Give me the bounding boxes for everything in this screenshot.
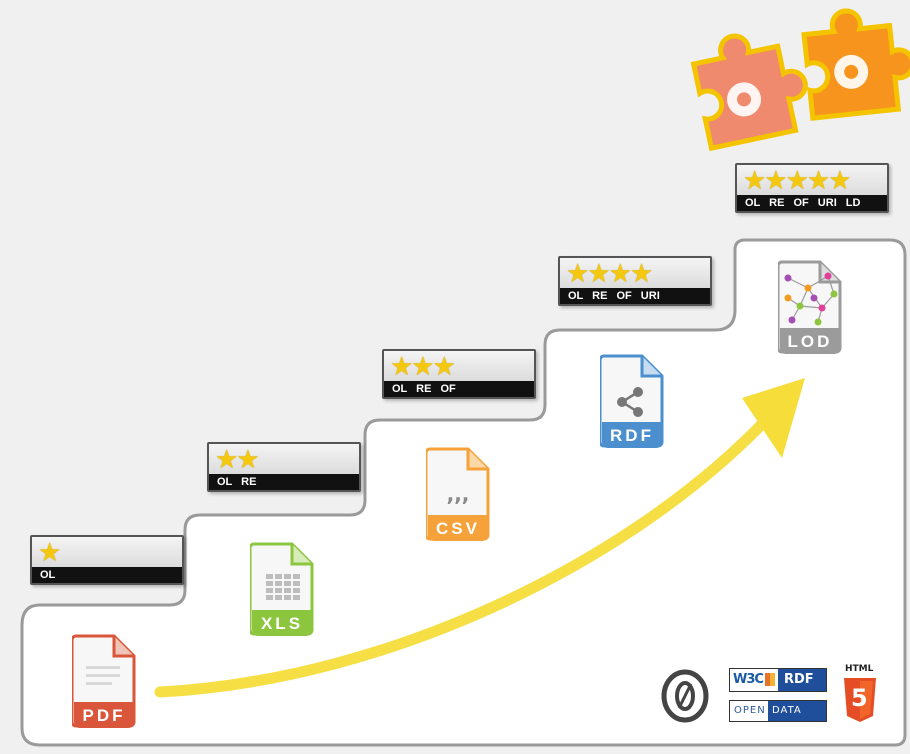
rating-labels: OL [32,567,182,583]
open-license-logo-icon [661,669,709,723]
rating-badge-3: ★★★ OL RE OF [382,349,536,399]
csv-file-icon: ,,, CSV [426,445,490,543]
csv-label: CSV [436,519,480,538]
star-icons: ★★★ [384,351,534,381]
rdf-file-icon: RDF [600,352,664,450]
rating-labels: OL RE OF [384,381,534,397]
lod-label: LOD [787,332,833,351]
open-text: OPEN [734,705,766,716]
puzzle-pieces-icon [690,8,910,152]
xls-file-icon: XLS [250,540,314,638]
html5-number: 5 [851,684,868,712]
svg-text:,,,: ,,, [447,482,470,506]
xls-label: XLS [260,614,304,633]
w3c-rdf-logo: W3C RDF [729,668,827,692]
w3c-text: W3C [733,672,764,687]
star-icons: ★★ [209,444,359,474]
rdf-cube-icon [765,673,775,686]
rating-labels: OL RE [209,474,359,490]
pdf-label: PDF [82,706,126,725]
open-data-logo: OPEN DATA [729,700,827,722]
html5-logo: HTML 5 [842,664,878,726]
star-icons: ★ [32,537,182,567]
star-icons: ★★★★★ [737,165,887,195]
html-text: HTML [845,664,874,674]
five-star-open-data-diagram: ★ OL ★★ OL RE ★★★ OL RE OF ★★★★ OL RE OF… [0,0,910,754]
rating-badge-4: ★★★★ OL RE OF URI [558,256,712,306]
lod-file-icon: LOD [778,258,842,356]
star-icons: ★★★★ [560,258,710,288]
rating-badge-5: ★★★★★ OL RE OF URI LD [735,163,889,213]
data-text: DATA [772,705,802,716]
rating-badge-2: ★★ OL RE [207,442,361,492]
rating-labels: OL RE OF URI [560,288,710,304]
rdf-label: RDF [610,426,654,445]
rating-badge-1: ★ OL [30,535,184,585]
rdf-logo-text: RDF [784,672,814,687]
rating-labels: OL RE OF URI LD [737,195,887,211]
pdf-file-icon: PDF [72,632,136,730]
